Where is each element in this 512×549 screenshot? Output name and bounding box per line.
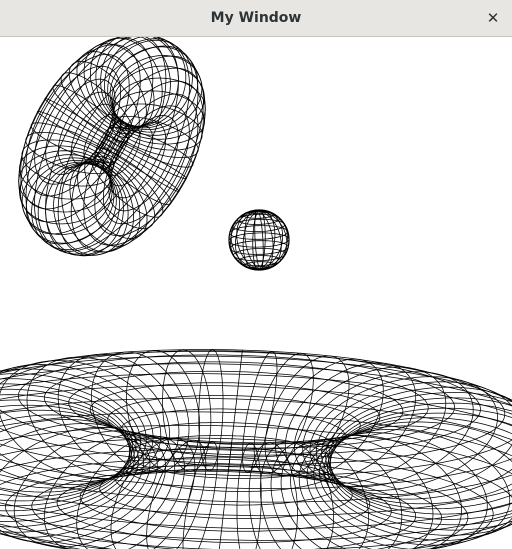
wireframe-torus-upper	[18, 37, 206, 257]
render-canvas	[0, 37, 512, 549]
title-bar[interactable]: My Window ✕	[0, 0, 512, 37]
wireframe-sphere	[228, 209, 290, 271]
window-title: My Window	[210, 10, 302, 26]
close-icon[interactable]: ✕	[484, 9, 502, 27]
wireframe-torus-lower	[0, 349, 512, 549]
app-window: My Window ✕	[0, 0, 512, 549]
wireframe-scene	[0, 37, 512, 549]
